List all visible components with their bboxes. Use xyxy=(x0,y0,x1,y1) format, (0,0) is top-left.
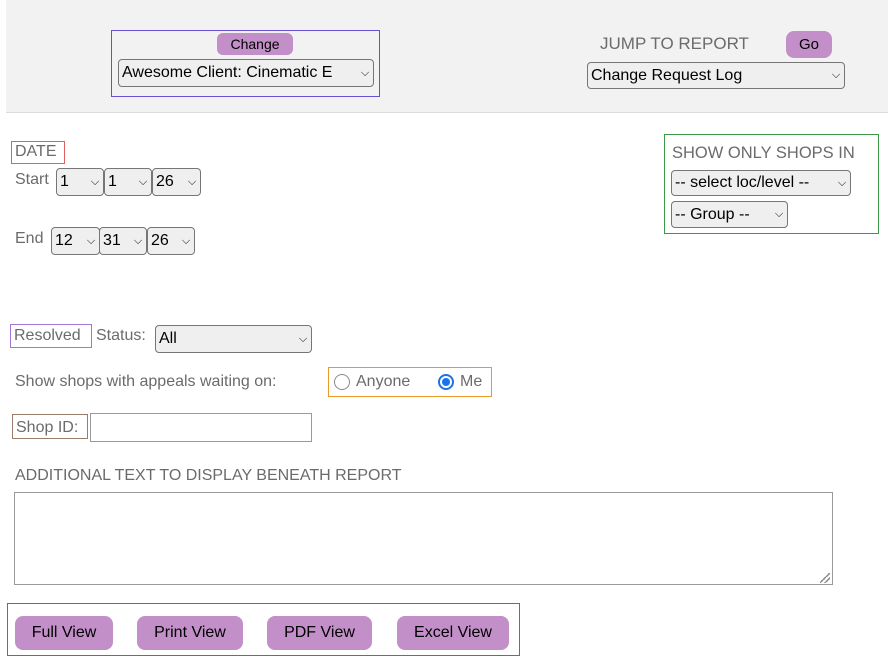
jump-to-report-label: JUMP TO REPORT xyxy=(600,34,749,53)
report-select-value: Change Request Log xyxy=(591,66,743,84)
chevron-down-icon xyxy=(184,176,200,189)
date-heading: DATE xyxy=(15,143,57,160)
radio-me-label[interactable]: Me xyxy=(460,373,482,391)
start-year-select[interactable]: 26 xyxy=(152,168,201,196)
chevron-down-icon xyxy=(771,208,787,221)
end-month-value: 12 xyxy=(55,232,73,249)
end-label: End xyxy=(15,230,44,247)
start-year-value: 26 xyxy=(156,173,174,190)
group-select[interactable]: -- Group -- xyxy=(671,201,788,228)
radio-anyone[interactable] xyxy=(334,374,350,390)
pdf-view-button[interactable]: PDF View xyxy=(267,616,372,650)
radio-me[interactable] xyxy=(438,374,454,390)
end-year-select[interactable]: 26 xyxy=(147,227,195,255)
chevron-down-icon xyxy=(357,67,373,80)
radio-anyone-label[interactable]: Anyone xyxy=(356,373,410,391)
go-button[interactable]: Go xyxy=(786,31,832,58)
location-level-value: -- select loc/level -- xyxy=(675,174,810,191)
end-year-value: 26 xyxy=(151,232,169,249)
client-select-value: Awesome Client: Cinematic E xyxy=(122,64,333,81)
print-view-button[interactable]: Print View xyxy=(137,616,243,650)
start-month-select[interactable]: 1 xyxy=(56,168,104,196)
appeals-label: Show shops with appeals waiting on: xyxy=(15,373,277,390)
start-label: Start xyxy=(15,171,49,188)
resolved-label: Resolved xyxy=(14,327,81,344)
change-client-button[interactable]: Change xyxy=(217,33,293,55)
chevron-down-icon xyxy=(828,69,844,82)
excel-view-button[interactable]: Excel View xyxy=(397,616,509,650)
shops-filter-heading: SHOW ONLY SHOPS IN xyxy=(672,144,855,162)
full-view-button[interactable]: Full View xyxy=(15,616,113,650)
location-level-select[interactable]: -- select loc/level -- xyxy=(671,170,851,196)
client-select[interactable]: Awesome Client: Cinematic E xyxy=(118,59,374,87)
status-select-value: All xyxy=(159,330,177,347)
additional-text-area[interactable] xyxy=(14,492,833,585)
shop-id-input[interactable] xyxy=(90,413,312,442)
shop-id-label: Shop ID: xyxy=(16,419,79,436)
group-select-value: -- Group -- xyxy=(675,205,750,223)
chevron-down-icon xyxy=(178,235,194,248)
end-day-value: 31 xyxy=(103,232,121,249)
start-month-value: 1 xyxy=(60,173,69,190)
resize-grip-icon[interactable] xyxy=(820,573,830,583)
end-day-select[interactable]: 31 xyxy=(99,227,147,255)
additional-text-label: ADDITIONAL TEXT TO DISPLAY BENEATH REPOR… xyxy=(15,467,402,484)
report-select[interactable]: Change Request Log xyxy=(587,62,845,89)
chevron-down-icon xyxy=(834,177,850,190)
status-select[interactable]: All xyxy=(155,325,312,353)
chevron-down-icon xyxy=(130,235,146,248)
chevron-down-icon xyxy=(135,176,151,189)
chevron-down-icon xyxy=(83,235,99,248)
status-label: Status: xyxy=(96,327,146,344)
header-bar: Change Awesome Client: Cinematic E JUMP … xyxy=(6,0,888,113)
end-month-select[interactable]: 12 xyxy=(51,227,100,255)
chevron-down-icon xyxy=(87,176,103,189)
client-selector-group: Change Awesome Client: Cinematic E xyxy=(111,30,380,97)
start-day-select[interactable]: 1 xyxy=(104,168,152,196)
chevron-down-icon xyxy=(295,333,311,346)
start-day-value: 1 xyxy=(108,173,117,190)
